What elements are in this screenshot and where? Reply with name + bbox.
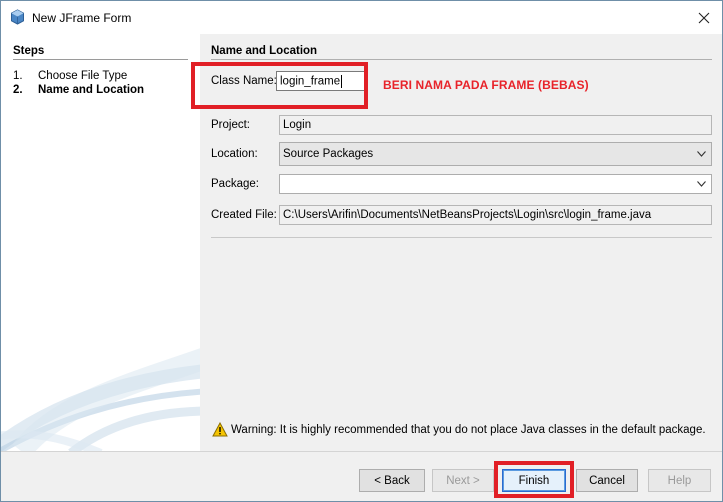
steps-panel: Steps 1. Choose File Type 2. Name and Loca…: [1, 34, 200, 451]
cancel-button[interactable]: Cancel: [576, 469, 638, 492]
steps-divider: [13, 59, 188, 60]
project-value: Login: [283, 119, 312, 131]
panel-divider: [211, 59, 712, 60]
step-number: 2.: [13, 84, 23, 96]
back-button[interactable]: < Back: [359, 469, 425, 492]
location-dropdown[interactable]: Source Packages: [279, 142, 712, 166]
step-number: 1.: [13, 70, 23, 82]
window-title: New JFrame Form: [32, 11, 132, 25]
panel-heading: Name and Location: [211, 45, 318, 57]
step-label: Choose File Type: [38, 70, 128, 82]
new-jframe-form-dialog: New JFrame Form Steps 1. Choose File Type…: [0, 0, 723, 502]
step-label: Name and Location: [38, 84, 145, 96]
help-button[interactable]: Help: [648, 469, 711, 492]
close-button[interactable]: [686, 1, 722, 34]
created-file-value: C:\Users\Arifin\Documents\NetBeansProjec…: [283, 209, 652, 221]
class-name-highlight: [191, 62, 368, 109]
next-button[interactable]: Next >: [432, 469, 494, 492]
created-file-label: Created File:: [211, 209, 277, 221]
steps-heading: Steps: [13, 45, 45, 57]
warning-message: Warning: It is highly recommended that y…: [212, 422, 706, 437]
step-choose-file-type: 1. Choose File Type: [13, 70, 127, 82]
close-icon: [698, 12, 710, 23]
button-bar: < Back Next > Finish Cancel Help: [1, 451, 722, 501]
location-value: Source Packages: [283, 148, 374, 160]
warning-icon: [212, 422, 228, 437]
form-divider: [211, 237, 712, 238]
java-cup-icon: [11, 9, 24, 25]
chevron-down-icon: [697, 151, 706, 157]
warning-text: Warning: It is highly recommended that y…: [231, 423, 706, 436]
package-combobox[interactable]: [279, 174, 712, 194]
decorative-swoosh-art: [1, 348, 200, 451]
step-name-and-location: 2. Name and Location: [13, 84, 144, 96]
location-label: Location:: [211, 148, 258, 160]
created-file-field[interactable]: C:\Users\Arifin\Documents\NetBeansProjec…: [279, 205, 712, 225]
project-field[interactable]: Login: [279, 115, 712, 135]
annotation-note: BERI NAMA PADA FRAME (BEBAS): [383, 78, 589, 92]
project-label: Project:: [211, 119, 250, 131]
title-bar: New JFrame Form: [1, 1, 722, 34]
chevron-down-icon: [697, 181, 706, 187]
finish-highlight: [494, 461, 574, 498]
package-label: Package:: [211, 178, 259, 190]
